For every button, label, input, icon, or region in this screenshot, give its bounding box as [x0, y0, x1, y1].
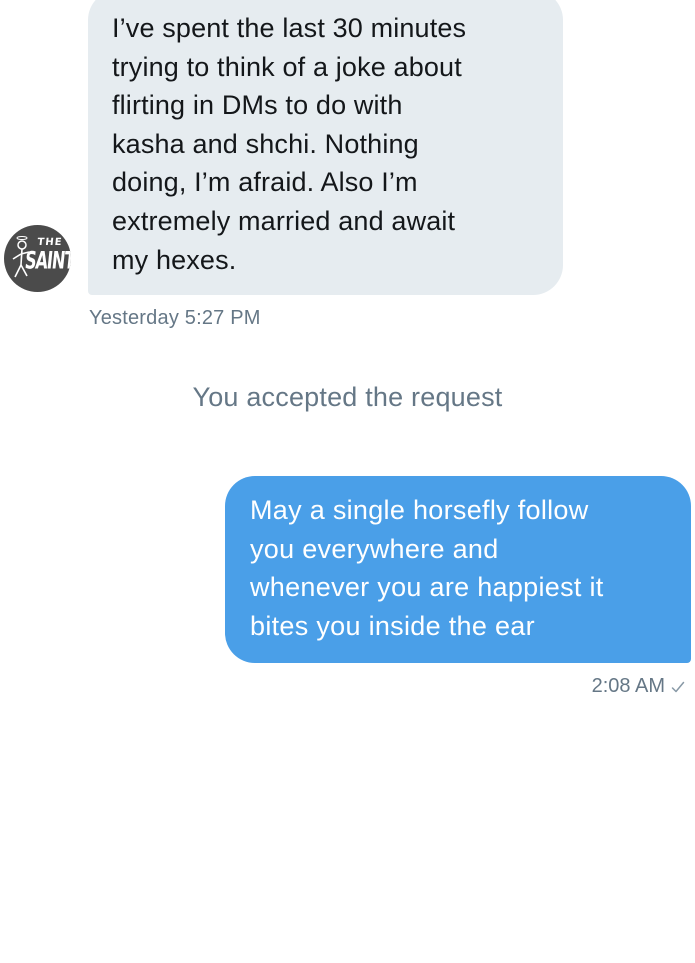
message-line: you everywhere and: [250, 533, 499, 564]
incoming-timestamp: Yesterday 5:27 PM: [89, 307, 261, 329]
message-line: doing, I’m afraid. Also I’m: [112, 167, 418, 198]
dm-thread: THE SAINT I’ve spent the last 30 minutes…: [0, 0, 695, 963]
check-icon: [671, 681, 685, 692]
message-line: whenever you are happiest it: [250, 572, 604, 603]
message-line: kasha and shchi. Nothing: [112, 128, 419, 159]
avatar-logo-text: THE SAINT: [24, 237, 71, 275]
message-line: flirting in DMs to do with: [112, 90, 403, 121]
system-message: You accepted the request: [192, 382, 503, 412]
incoming-message-bubble[interactable]: I’ve spent the last 30 minutes trying to…: [88, 0, 563, 295]
outgoing-message-bubble[interactable]: May a single horsefly follow you everywh…: [225, 476, 691, 663]
message-line: bites you inside the ear: [250, 610, 535, 641]
outgoing-meta: 2:08 AM: [592, 675, 685, 698]
message-line: May a single horsefly follow: [250, 495, 589, 525]
message-line: trying to think of a joke about: [112, 51, 462, 82]
outgoing-timestamp: 2:08 AM: [591, 675, 665, 697]
sender-avatar[interactable]: THE SAINT: [4, 225, 71, 292]
avatar-logo-saint: SAINT: [23, 246, 71, 275]
message-line: extremely married and await: [112, 205, 456, 236]
message-line: I’ve spent the last 30 minutes: [112, 13, 467, 43]
message-line: my hexes.: [112, 244, 237, 275]
